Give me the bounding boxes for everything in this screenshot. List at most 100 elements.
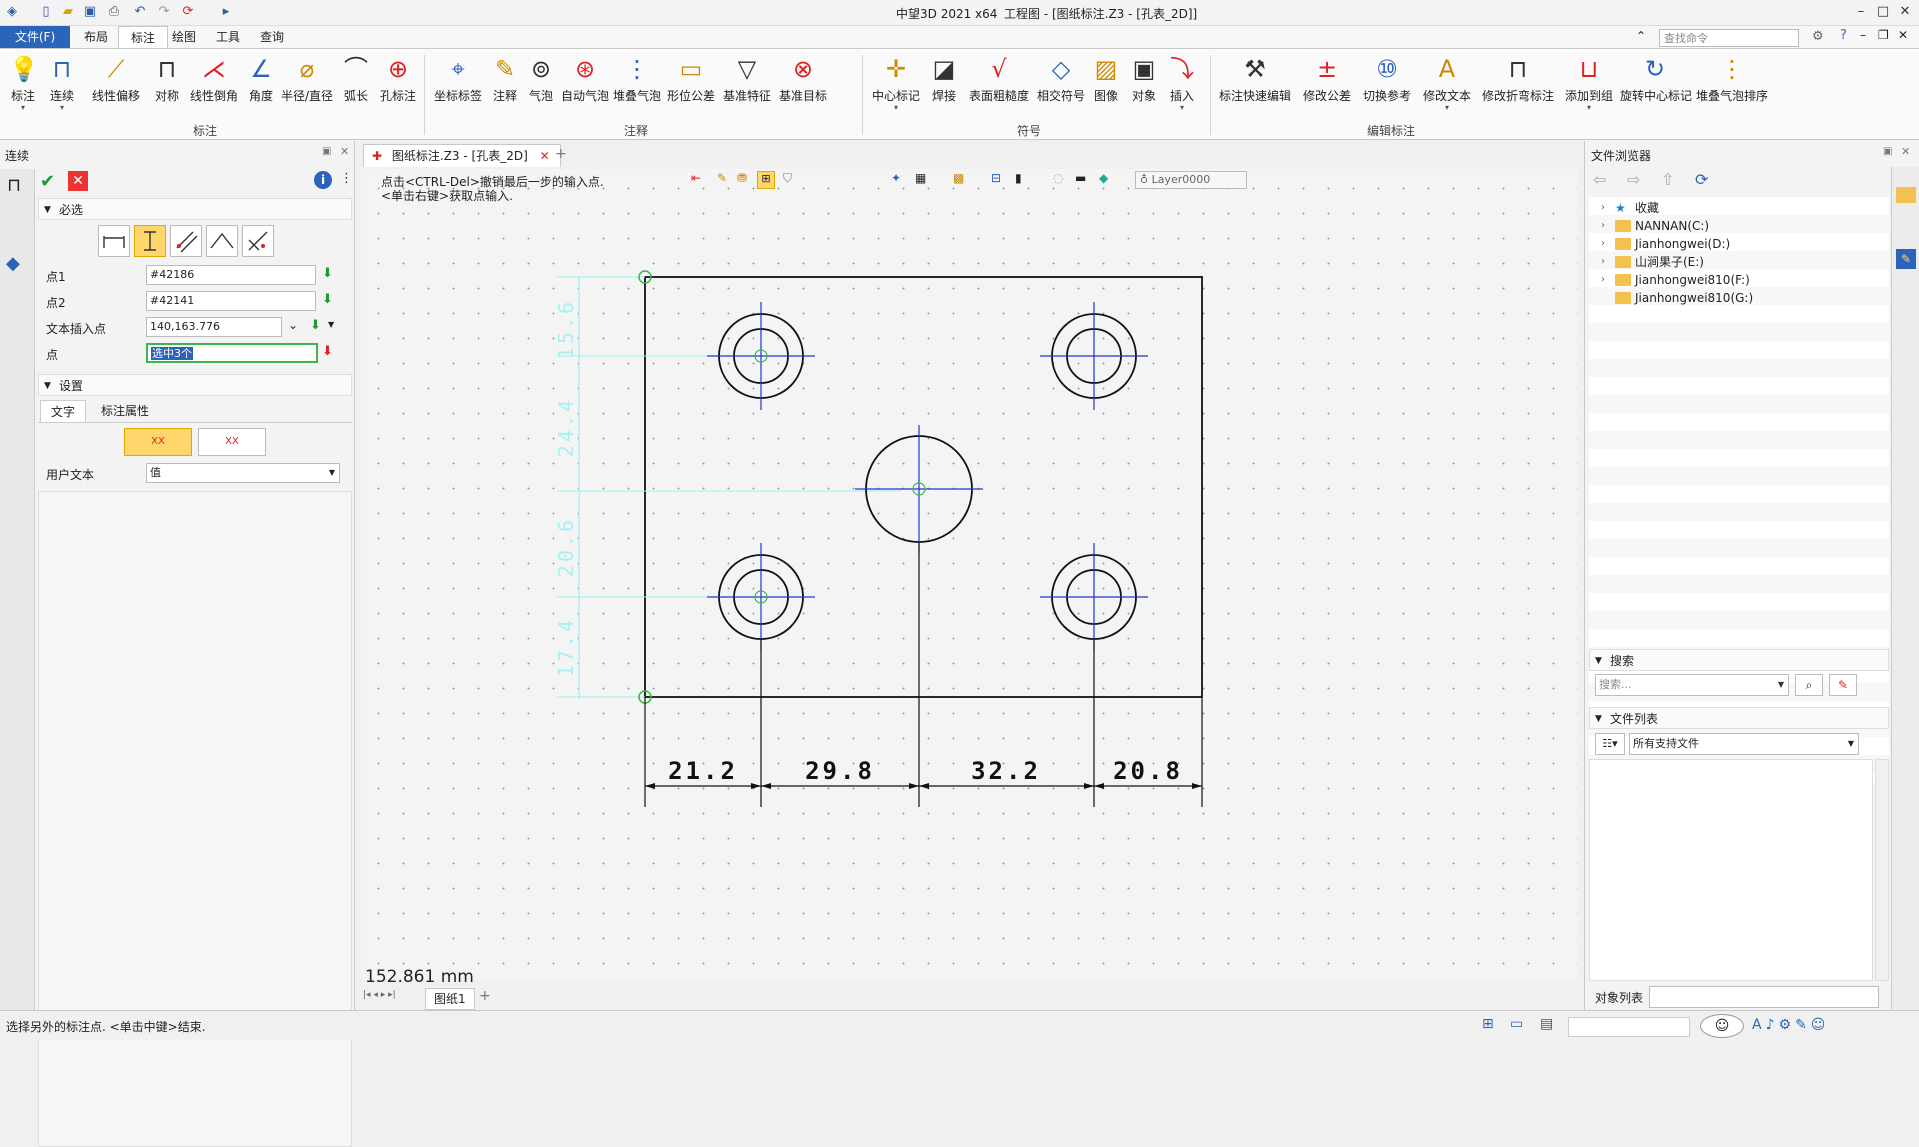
mode-vertical-button[interactable] — [134, 225, 166, 257]
right-panel-close-icon[interactable]: ✕ — [1901, 145, 1910, 158]
run-icon[interactable]: ▸ — [218, 4, 234, 20]
regen-icon[interactable]: ⟳ — [180, 4, 196, 20]
text-align-above-button[interactable]: XX — [124, 428, 192, 456]
user-text-select[interactable]: 值 ▼ — [146, 463, 340, 483]
panel-close-icon[interactable]: ✕ — [340, 145, 349, 158]
text-insert-pick-icon[interactable]: ⬇ — [310, 318, 321, 333]
ribbon-button-1-7[interactable]: ⊗ 基准目标 — [776, 53, 830, 104]
menu-layout[interactable]: 布局 — [72, 26, 120, 48]
forward-icon[interactable]: ⇨ — [1627, 170, 1640, 189]
file-list[interactable] — [1589, 759, 1873, 981]
dropdown-arrow-icon[interactable]: ▾ — [1418, 104, 1476, 112]
mode-linear-button[interactable] — [98, 225, 130, 257]
new-file-icon[interactable]: ▯ — [38, 4, 54, 20]
sheet-tab[interactable]: 图纸1 — [425, 988, 475, 1010]
panel-pin-icon[interactable]: ▣ — [322, 146, 331, 157]
ribbon-button-1-1[interactable]: ✎ 注释 — [488, 53, 522, 104]
search-icon[interactable]: ⌕ — [1795, 674, 1823, 696]
ribbon-button-2-4[interactable]: ▨ 图像 — [1088, 53, 1124, 104]
layer-panel-icon[interactable]: ◆ — [6, 253, 20, 274]
status-input[interactable] — [1568, 1017, 1690, 1037]
tree-favorites[interactable]: › ★ 收藏 — [1601, 199, 1659, 217]
tree-drive-g[interactable]: Jianhongwei810(G:) — [1615, 289, 1753, 307]
text-align-inline-button[interactable]: XX — [198, 428, 266, 456]
file-list-section[interactable]: 文件列表 — [1589, 707, 1889, 730]
ribbon-button-2-0[interactable]: ✛ 中心标记 ▾ — [868, 53, 924, 112]
ribbon-button-1-3[interactable]: ⊛ 自动气泡 — [560, 53, 610, 104]
folder-tab-icon[interactable] — [1896, 187, 1916, 203]
doc-tab-active[interactable]: ✚ 图纸标注.Z3 - [孔表_2D] ✕ — [363, 144, 561, 167]
tree-expand-icon[interactable]: › — [1601, 271, 1605, 289]
tree-expand-icon[interactable]: › — [1601, 235, 1605, 253]
ribbon-button-1-5[interactable]: ▭ 形位公差 — [664, 53, 718, 104]
ribbon-button-0-6[interactable]: ⌀ 半径/直径 — [280, 53, 334, 104]
ribbon-button-0-4[interactable]: ⋌ 线性倒角 — [186, 53, 242, 104]
redo-icon[interactable]: ↷ — [156, 4, 172, 20]
collapse-ribbon-icon[interactable]: ⌃ — [1636, 29, 1646, 43]
ribbon-button-0-5[interactable]: ∠ 角度 — [244, 53, 278, 104]
menu-file[interactable]: 文件(F) — [0, 26, 70, 48]
ribbon-button-2-6[interactable]: ⤵ 插入 ▾ — [1164, 53, 1200, 112]
file-filter-select[interactable]: 所有支持文件 ▼ — [1629, 733, 1859, 755]
undo-icon[interactable]: ↶ — [132, 4, 148, 20]
print-icon[interactable]: ⎙ — [106, 4, 122, 20]
file-list-scrollbar[interactable] — [1875, 759, 1889, 981]
settings-gear-icon[interactable]: ⚙ — [1812, 29, 1824, 44]
mode-oblique-button[interactable] — [242, 225, 274, 257]
tree-drive-c[interactable]: › NANNAN(C:) — [1601, 217, 1709, 235]
command-search-input[interactable]: 查找命令 — [1659, 29, 1799, 47]
point1-field[interactable]: #42186 — [146, 265, 316, 285]
cancel-icon[interactable]: ✕ — [68, 171, 88, 191]
tab-text[interactable]: 文字 — [40, 400, 86, 422]
up-icon[interactable]: ⇧ — [1661, 170, 1674, 189]
ribbon-button-2-5[interactable]: ▣ 对象 — [1126, 53, 1162, 104]
close-button[interactable]: ✕ — [1896, 3, 1914, 21]
info-icon[interactable]: i — [314, 171, 332, 189]
palette-tab-icon[interactable]: ✎ — [1896, 249, 1916, 269]
search-section[interactable]: 搜索 — [1589, 649, 1889, 672]
ribbon-button-3-7[interactable]: ⋮ 堆叠气泡排序 — [1692, 53, 1772, 104]
dropdown-arrow-icon[interactable]: ▾ — [868, 104, 924, 112]
ribbon-button-3-4[interactable]: ⊓ 修改折弯标注 — [1478, 53, 1558, 104]
menu-tools[interactable]: 工具 — [204, 26, 252, 48]
save-icon[interactable]: ▣ — [82, 4, 98, 20]
text-insert-point-field[interactable]: 140,163.776 — [146, 317, 282, 337]
monitor-icon[interactable]: ▭ — [1510, 1016, 1523, 1032]
ribbon-button-0-3[interactable]: ⊓ 对称 — [150, 53, 184, 104]
tree-expand-icon[interactable]: › — [1601, 199, 1605, 217]
ribbon-button-3-0[interactable]: ⚒ 标注快速编辑 — [1214, 53, 1296, 104]
mode-aligned-button[interactable] — [170, 225, 202, 257]
add-sheet-icon[interactable]: + — [479, 988, 491, 1004]
ribbon-button-3-2[interactable]: ⑩ 切换参考 — [1358, 53, 1416, 104]
assistant-avatar[interactable]: ☺ — [1700, 1014, 1744, 1038]
ribbon-button-0-0[interactable]: 💡 标注 ▾ — [6, 53, 40, 112]
points-field[interactable]: 选中3个 — [146, 343, 318, 363]
point2-field[interactable]: #42141 — [146, 291, 316, 311]
right-panel-pin-icon[interactable]: ▣ — [1883, 146, 1892, 157]
tree-drive-e[interactable]: › 山涧果子(E:) — [1601, 253, 1704, 271]
dropdown-arrow-icon[interactable]: ▾ — [42, 104, 82, 112]
ribbon-button-3-1[interactable]: ± 修改公差 — [1298, 53, 1356, 104]
dropdown-arrow-icon[interactable]: ▾ — [6, 104, 40, 112]
input-method-icons[interactable]: A♪⚙✎☺ — [1752, 1017, 1829, 1033]
minimize-button[interactable]: – — [1852, 3, 1870, 21]
ribbon-button-2-2[interactable]: √ 表面粗糙度 — [964, 53, 1034, 104]
points-pick-icon[interactable]: ⬇ — [322, 344, 333, 359]
file-search-input[interactable]: 搜索... ▼ — [1595, 674, 1789, 696]
ribbon-button-2-3[interactable]: ◇ 相交符号 — [1036, 53, 1086, 104]
sub-minimize-button[interactable]: – — [1860, 28, 1866, 42]
sub-close-button[interactable]: ✕ — [1898, 28, 1908, 42]
tree-drive-d[interactable]: › Jianhongwei(D:) — [1601, 235, 1730, 253]
menu-draw[interactable]: 绘图 — [160, 26, 208, 48]
object-list-select[interactable] — [1649, 986, 1879, 1008]
add-tab-icon[interactable]: + — [555, 146, 567, 162]
ribbon-button-1-4[interactable]: ⋮ 堆叠气泡 — [612, 53, 662, 104]
point2-pick-icon[interactable]: ⬇ — [322, 292, 333, 307]
dropdown-arrow-icon[interactable]: ▾ — [1560, 104, 1618, 112]
ribbon-button-0-1[interactable]: ⊓ 连续 ▾ — [42, 53, 82, 112]
ribbon-button-0-8[interactable]: ⊕ 孔标注 — [378, 53, 418, 104]
point1-pick-icon[interactable]: ⬇ — [322, 266, 333, 281]
section-required[interactable]: 必选 — [38, 198, 352, 221]
tree-drive-f[interactable]: › Jianhongwei810(F:) — [1601, 271, 1750, 289]
text-insert-dropdown-icon[interactable]: ▼ — [328, 320, 334, 329]
